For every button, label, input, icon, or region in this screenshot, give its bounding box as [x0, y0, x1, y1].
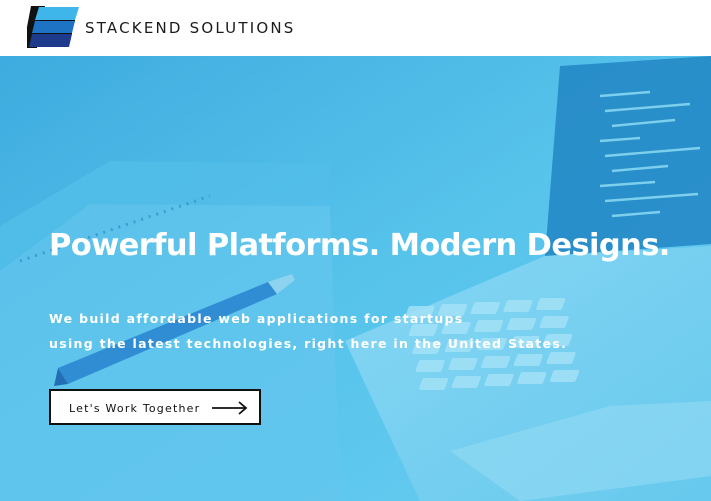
site-header: STACKEND SOLUTIONS [0, 0, 711, 56]
cta-label: Let's Work Together [69, 402, 201, 415]
hero-subtitle-line-2: using the latest technologies, right her… [49, 336, 568, 351]
stacked-stripes-logo-icon[interactable] [27, 6, 79, 48]
brand-name[interactable]: STACKEND SOLUTIONS [85, 19, 296, 37]
hero-headline: Powerful Platforms. Modern Designs. [49, 228, 670, 263]
hero-subtitle-line-1: We build affordable web applications for… [49, 311, 464, 326]
arrow-right-icon [212, 401, 248, 415]
laptop-notebook-pen-photo [0, 56, 711, 501]
lets-work-together-button[interactable]: Let's Work Together [49, 389, 261, 425]
page: STACKEND SOLUTIONS Powerful Platforms. M… [0, 0, 711, 501]
hero-section: Powerful Platforms. Modern Designs. We b… [0, 56, 711, 501]
